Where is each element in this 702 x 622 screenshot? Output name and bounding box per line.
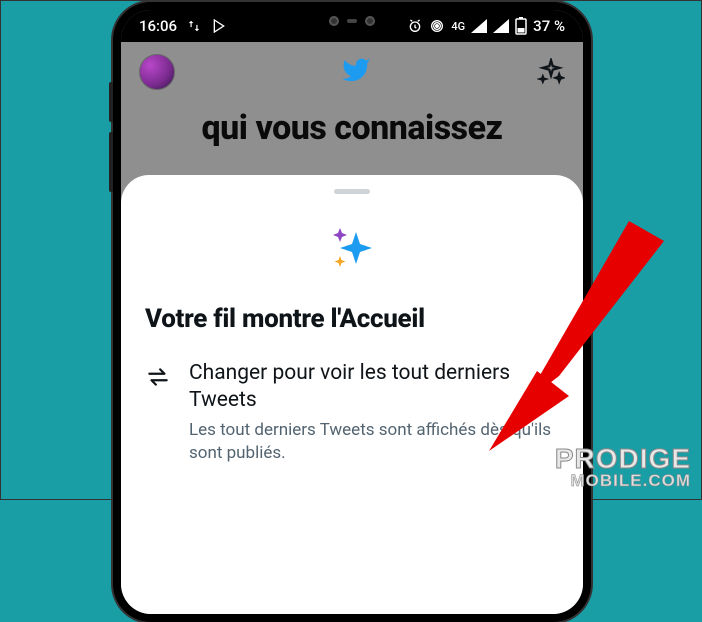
transfer-icon — [187, 19, 201, 33]
phone-notch — [329, 16, 375, 26]
watermark-line1: PRODIGE — [555, 446, 691, 473]
phone-screen: 16:06 4G — [121, 10, 583, 614]
status-time: 16:06 — [139, 17, 177, 35]
switch-timeline-option[interactable]: Changer pour voir les tout derniers Twee… — [145, 360, 559, 464]
option-title: Changer pour voir les tout derniers Twee… — [189, 360, 559, 415]
status-bar: 16:06 4G — [121, 10, 583, 42]
network-label: 4G — [451, 21, 465, 32]
hotspot-icon — [429, 18, 445, 34]
swap-arrows-icon — [145, 364, 171, 394]
battery-icon — [515, 17, 527, 35]
battery-text: 37 % — [533, 17, 565, 35]
avatar[interactable] — [139, 54, 175, 90]
bottom-sheet: Votre fil montre l'Accueil Changer pour … — [121, 175, 583, 614]
phone-side-button — [109, 132, 113, 192]
play-store-icon — [211, 18, 227, 34]
watermark-line2: MOBILE.COM — [555, 473, 691, 489]
phone-side-button — [109, 82, 113, 122]
sparkle-icon[interactable] — [537, 58, 565, 86]
alarm-icon — [407, 18, 423, 34]
drag-handle[interactable] — [334, 189, 370, 194]
signal-icon — [471, 19, 487, 33]
signal-icon — [493, 19, 509, 33]
option-subtitle: Les tout derniers Tweets sont affichés d… — [189, 419, 559, 465]
app-header — [121, 42, 583, 102]
sheet-title: Votre fil montre l'Accueil — [145, 304, 559, 334]
watermark: PRODIGE MOBILE.COM — [555, 446, 691, 489]
phone-frame: 16:06 4G — [113, 2, 591, 622]
twitter-logo-icon — [341, 55, 371, 89]
sparkle-icon — [145, 224, 559, 276]
feed-heading: qui vous connaissez — [121, 102, 583, 168]
